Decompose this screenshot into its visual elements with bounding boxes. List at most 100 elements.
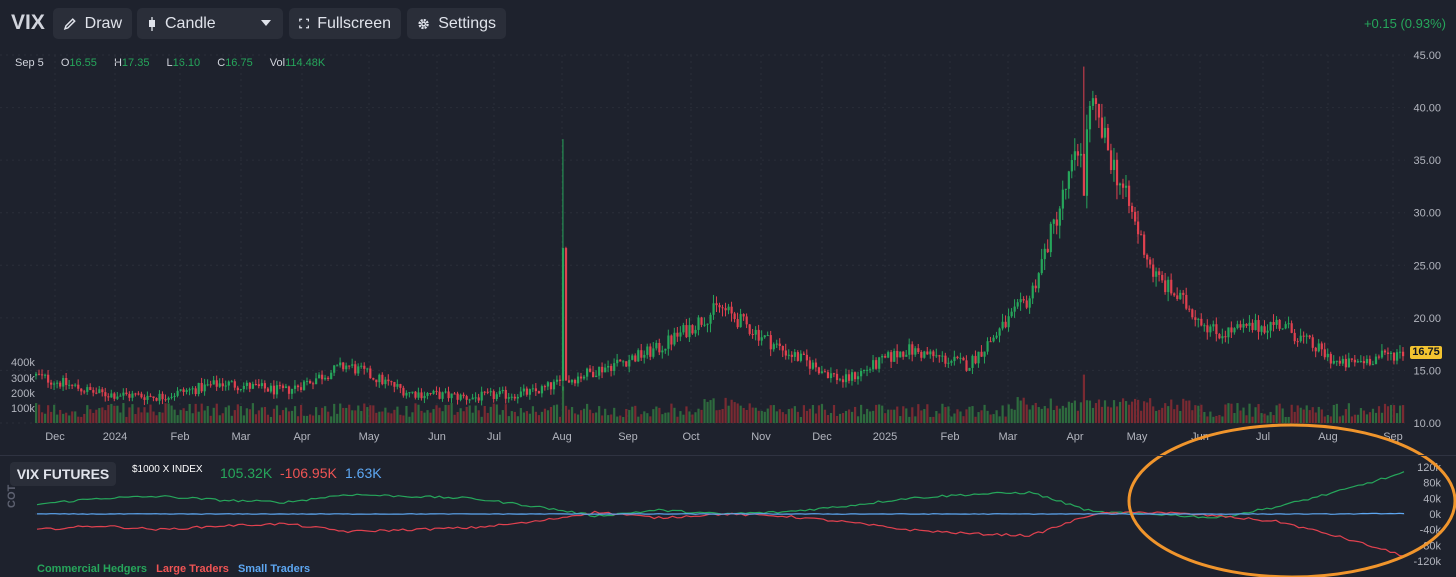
volume-bar (703, 399, 706, 423)
candle-body (170, 396, 173, 398)
volume-bar (935, 411, 938, 423)
volume-bar (1164, 403, 1167, 423)
candle-body (866, 369, 869, 371)
candle-body (1064, 188, 1067, 190)
candle-body (763, 335, 766, 338)
volume-bar (1284, 416, 1287, 423)
volume-bar (947, 406, 950, 423)
candle-body (1278, 319, 1281, 329)
candle-body (1284, 324, 1287, 329)
volume-bar (1158, 409, 1161, 423)
volume-bar (1353, 414, 1357, 423)
volume-bar (829, 413, 833, 423)
candle-body (860, 370, 863, 377)
volume-bar (766, 408, 769, 423)
volume-bar (1209, 411, 1212, 423)
candle-body (986, 341, 989, 352)
candle-body (468, 399, 471, 401)
volume-bar (315, 407, 318, 423)
candle-body (402, 387, 405, 396)
volume-bar (887, 409, 890, 423)
candle-body (423, 395, 426, 399)
candle-body (610, 365, 613, 371)
volume-bar (540, 411, 544, 423)
volume-tick: 400k (11, 357, 35, 369)
volume-bar (661, 414, 664, 423)
volume-bar (1281, 408, 1284, 423)
candle-body (1013, 306, 1016, 312)
volume-bar (170, 405, 173, 423)
volume-bar (197, 411, 200, 423)
candle-body (396, 384, 399, 387)
candle-body (1356, 361, 1360, 363)
volume-bar (1152, 406, 1155, 423)
candle-body (284, 386, 288, 389)
legend-commercial: Commercial Hedgers (37, 563, 148, 575)
volume-bar (1004, 416, 1007, 423)
volume-bar (673, 407, 676, 423)
volume-bar (709, 400, 712, 423)
volume-bar (293, 406, 297, 423)
volume-bar (345, 407, 348, 423)
candle-body (730, 306, 733, 314)
volume-bar (1242, 407, 1245, 423)
pane-divider[interactable] (0, 455, 1456, 456)
volume-bar (483, 406, 486, 423)
candle-body (929, 351, 932, 355)
volume-bar (200, 403, 203, 423)
candle-body (459, 394, 462, 400)
candle-body (706, 323, 709, 325)
candle-body (77, 384, 80, 389)
candle-body (179, 389, 182, 391)
volume-bar (260, 407, 264, 423)
volume-bar (619, 415, 622, 423)
volume-bar (405, 405, 408, 423)
volume-bar (471, 412, 474, 423)
volume-bar (628, 410, 631, 423)
volume-bar (775, 411, 778, 423)
volume-bar (814, 413, 818, 423)
volume-bar (730, 399, 733, 423)
candle-body (462, 394, 465, 397)
volume-bar (441, 411, 444, 423)
volume-bar (531, 406, 535, 423)
price-tick: 10.00 (1413, 418, 1441, 430)
candle-body (185, 390, 188, 392)
candle-body (1317, 343, 1320, 352)
candle-body (802, 353, 806, 355)
candle-body (691, 325, 694, 334)
candle-body (492, 391, 495, 399)
volume-bar (218, 415, 221, 423)
volume-bar (838, 413, 842, 423)
candle-body (1251, 322, 1254, 330)
candle-body (41, 374, 44, 376)
candle-body (790, 354, 793, 357)
volume-bar (558, 416, 562, 423)
volume-bar (989, 414, 992, 423)
candle-body (305, 380, 309, 382)
volume-bar (1103, 400, 1107, 423)
candle-body (700, 317, 703, 325)
candle-body (1368, 358, 1372, 365)
volume-bar (215, 403, 218, 423)
time-tick: Apr (293, 431, 310, 443)
volume-bar (1401, 405, 1405, 423)
volume-bar (890, 409, 893, 423)
candle-body (1034, 285, 1037, 289)
volume-bar (1046, 408, 1049, 423)
candle-body (875, 360, 878, 369)
volume-bar (670, 403, 673, 423)
volume-bar (911, 407, 914, 423)
candle-body (128, 394, 131, 398)
time-tick: Sep (618, 431, 638, 443)
time-tick: Jul (487, 431, 501, 443)
volume-bar (309, 414, 312, 423)
volume-bar (1233, 412, 1236, 423)
volume-bar (1398, 405, 1402, 423)
volume-bar (592, 413, 595, 423)
price-chart[interactable]: 45.00 40.00 35.00 30.00 25.00 20.00 15.00 10.00… (0, 0, 1456, 577)
candle-body (787, 354, 790, 356)
candle-body (664, 348, 667, 351)
volume-bar (50, 411, 53, 423)
candle-body (592, 371, 595, 378)
